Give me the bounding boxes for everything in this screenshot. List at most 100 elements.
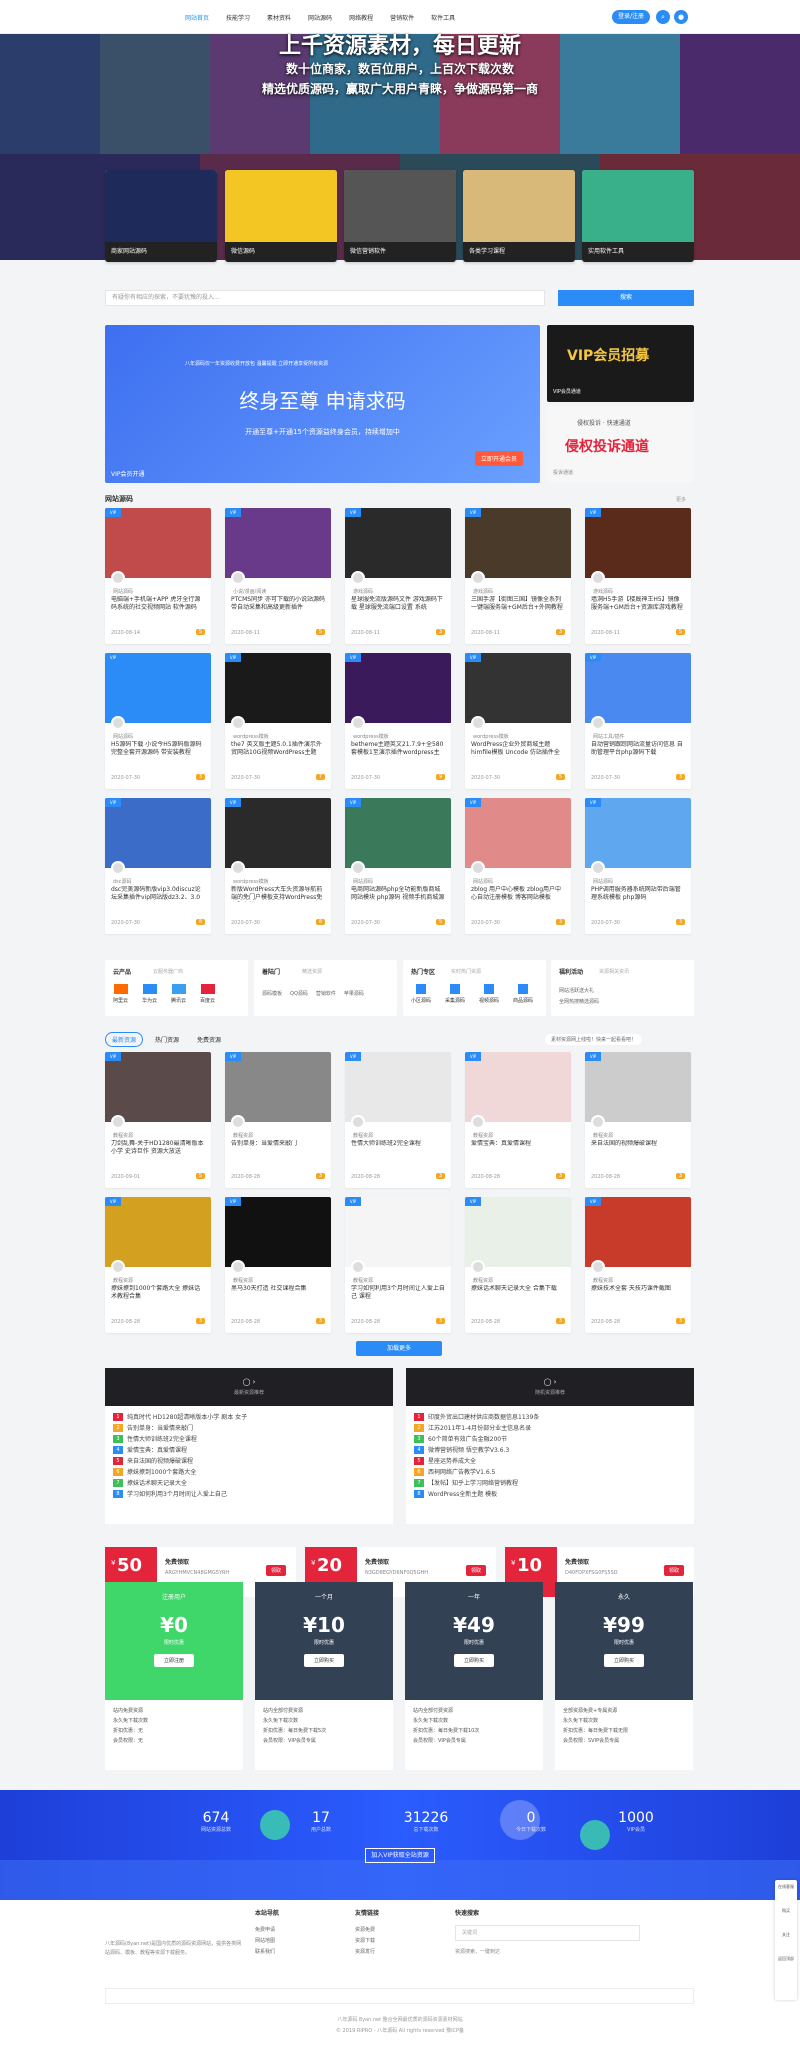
plan-button[interactable]: 立即购买 [453,1654,494,1667]
join-vip-button[interactable]: 加入VIP获取全站资源 [365,1848,435,1863]
list-item[interactable]: 2 告别单身：当爱情来敲门 [105,1423,393,1434]
nav-item[interactable]: 素材资料 [262,9,296,26]
user-icon[interactable]: ● [674,10,688,24]
list-item[interactable]: 4 爱情宝典：真爱情课程 [105,1445,393,1456]
list-item[interactable]: 2 江苏2011年1-4月份部分业主信息名录 [406,1423,694,1434]
complaint-card[interactable]: 侵权投诉 · 快速通道 侵权投诉通道 投诉通道 [547,406,694,483]
card-title[interactable]: 三国手游【街图三国】镜像全系列一键端服务端+GM后台+外网教程 [471,596,565,612]
list-item[interactable]: 8 学习如何利用3个月时间让人爱上自己 [105,1489,393,1500]
chat-icon[interactable]: 在线客服 [775,1880,797,1904]
follow-icon[interactable]: 关注 [775,1928,797,1952]
nav-item[interactable]: 网络教程 [344,9,378,26]
resource-card[interactable]: VIP wordpress模板 the7 英文版主题5.0.1插件演示外贸网站10G… [225,653,331,789]
card-title[interactable]: 告别单身：当爱情来敲门 [231,1140,325,1156]
card-title[interactable]: 黑马30天打造 社交课程合集 [231,1285,325,1301]
footer-search-input[interactable]: 关键词 [455,1925,640,1941]
resource-card[interactable]: VIP 教程资源 黑马30天打造 社交课程合集 2020-08-28 3 [225,1197,331,1333]
feature-card[interactable]: 实用软件工具 [582,170,694,262]
cart-icon[interactable]: 购买 [775,1904,797,1928]
resource-card[interactable]: VIP 教程资源 爱情宝典：真爱情课程 2020-08-28 3 [465,1052,571,1188]
nav-item[interactable]: 软件工具 [426,9,460,26]
resource-card[interactable]: VIP dsc源码 dsc完美源码新版vip3.0discuz论坛采集插件vip网站… [105,798,211,934]
resource-card[interactable]: VIP 教程资源 刀剑乱舞-关于HD1280最清晰版本小学 史诗巨作 资源大放送 20… [105,1052,211,1188]
card-title[interactable]: 电商网站源码php全功能新版商城网站模块 php源码 视频手机商城源码 [351,886,445,902]
resource-card[interactable]: VIP 教程资源 性情大师训练班2完全课程 2020-08-28 3 [345,1052,451,1188]
nav-item[interactable]: 网站首页 [180,9,214,26]
card-title[interactable]: 刀剑乱舞-关于HD1280最清晰版本小学 史诗巨作 资源大放送 [111,1140,205,1156]
nav-item[interactable]: 营销软件 [385,9,419,26]
card-title[interactable]: 撩妹技术全套 天技巧课件截图 [591,1285,685,1301]
card-title[interactable]: betheme主题英文21.7.9+全580套模板1至演示插件wordpress… [351,741,445,757]
resource-card[interactable]: VIP 游戏源码 星球服免流版源码文件 游戏源码下载 星球服免流端口设置 系统 202… [345,508,451,644]
resource-card[interactable]: VIP 教程资源 撩妹撩到1000个套路大全 撩妹话术教程合集 2020-08-28 3 [105,1197,211,1333]
list-item[interactable]: 1 纯真时代 HD1280超清晰版本小学 剧本 女子 [105,1412,393,1423]
resource-card[interactable]: VIP 教程资源 告别单身：当爱情来敲门 2020-08-28 3 [225,1052,331,1188]
card-title[interactable]: 新版WordPress大车头资源导航前端的免门户模板支持WordPress免主题… [231,886,325,902]
search-button[interactable]: 搜索 [558,290,694,306]
card-title[interactable]: dsc完美源码新版vip3.0discuz论坛采集插件vip网站版dz3.2、3… [111,886,205,902]
resource-card[interactable]: VIP 教程资源 来自法国的视频爆破课程 2020-08-28 3 [585,1052,691,1188]
resource-card[interactable]: VIP 网站工具/插件 自动营销跟踪网站流量访问信息 自助管理平台php源码下载 20… [585,653,691,789]
resource-card[interactable]: VIP wordpress模板 betheme主题英文21.7.9+全580套模板1… [345,653,451,789]
card-title[interactable]: H5源码下载 小说今H5源码版源码 完整全套开源源码 带安装教程 [111,741,205,757]
card-title[interactable]: the7 英文版主题5.0.1插件演示外贸网站10G视频WordPress主题 [231,741,325,757]
card-title[interactable]: zblog 用户中心模板 zblog用户中心自动注册模板 博客网站模板 [471,886,565,902]
resource-card[interactable]: VIP 网站源码 PHP调用服务器系统网站带后端管理系统模板 php源码 2020-0… [585,798,691,934]
resource-card[interactable]: VIP 游戏源码 三国手游【街图三国】镜像全系列一键端服务端+GM后台+外网教程 20… [465,508,571,644]
card-title[interactable]: 撩妹撩到1000个套路大全 撩妹话术教程合集 [111,1285,205,1301]
list-item[interactable]: 6 撩妹撩到1000个套路大全 [105,1467,393,1478]
search-icon[interactable]: ⌕ [656,10,670,24]
resource-card[interactable]: VIP wordpress模板 WordPress企业外贸商城主题 himfile模… [465,653,571,789]
card-title[interactable]: WordPress企业外贸商城主题 himfile模板 Uncode 仿站插件全… [471,741,565,757]
card-title[interactable]: 来自法国的视频爆破课程 [591,1140,685,1156]
list-item[interactable]: 3 性情大师训练班2完全课程 [105,1434,393,1445]
list-item[interactable]: 1 印度外贸出口建材供应商数据信息1139条 [406,1412,694,1423]
resource-card[interactable]: VIP 游戏源码 墙洞H5手游【楼厩神王H5】镜像服务端+GM后台+资源库游戏教程 2… [585,508,691,644]
list-item[interactable]: 8 WordPress全新主题 模板 [406,1489,694,1500]
feature-card[interactable]: 各类学习课程 [463,170,575,262]
card-title[interactable]: 自动营销跟踪网站流量访问信息 自助管理平台php源码下载 [591,741,685,757]
resource-card[interactable]: VIP wordpress模板 新版WordPress大车头资源导航前端的免门户模板… [225,798,331,934]
card-title[interactable]: PHP调用服务器系统网站带后端管理系统模板 php源码 [591,886,685,902]
list-item[interactable]: 3 60个简单有效广告金融200节 [406,1434,694,1445]
resource-card[interactable]: VIP 教程资源 撩妹话术聊天记录大全 合集下载 2020-08-28 3 [465,1197,571,1333]
card-title[interactable]: 撩妹话术聊天记录大全 合集下载 [471,1285,565,1301]
more-link[interactable]: 更多 [676,496,686,503]
card-title[interactable]: 性情大师训练班2完全课程 [351,1140,445,1156]
feature-card[interactable]: 微信源码 [225,170,337,262]
card-title[interactable]: 电脑端+手机端+APP 虎牙全行源码系统的社交视频网站 软件源码 [111,596,205,612]
feature-card[interactable]: 微信营销软件 [344,170,456,262]
vip-banner[interactable]: 八年源码仅一年资源收费开放包 温馨提醒 立即开通享受所有资源 终身至尊 申请求码… [105,325,540,483]
tab-free[interactable]: 免费资源 [191,1033,227,1046]
search-input[interactable]: 有疑你有相应的探索，不要犹豫的投入... [105,290,545,306]
resource-card[interactable]: VIP 小说/漫画/阅读 PTCMS同步 亦可下载的小说站源码带自动采集和高级更新插… [225,508,331,644]
resource-card[interactable]: VIP 教程资源 撩妹技术全套 天技巧课件截图 2020-08-28 3 [585,1197,691,1333]
card-title[interactable]: 爱情宝典：真爱情课程 [471,1140,565,1156]
load-more-button[interactable]: 加载更多 [356,1341,442,1356]
list-item[interactable]: 7 【发帖】知乎上学习网络营销教程 [406,1478,694,1489]
card-title[interactable]: 学习如何利用3个月时间让人爱上自己 课程 [351,1285,445,1301]
vip-recruit-card[interactable]: VIP会员招募 VIP会员通道 [547,325,694,402]
list-item[interactable]: 7 撩妹话术聊天记录大全 [105,1478,393,1489]
feature-card[interactable]: 商家网站源码 [105,170,217,262]
resource-card[interactable]: VIP 网站源码 电商网站源码php全功能新版商城网站模块 php源码 视频手机商城… [345,798,451,934]
resource-card[interactable]: VIP 网站源码 H5源码下载 小说今H5源码版源码 完整全套开源源码 带安装教程 2… [105,653,211,789]
nav-item[interactable]: 网站源码 [303,9,337,26]
card-title[interactable]: PTCMS同步 亦可下载的小说站源码带自动采集和高级更新插件 [231,596,325,612]
nav-item[interactable]: 技能学习 [221,9,255,26]
resource-card[interactable]: VIP 网站源码 电脑端+手机端+APP 虎牙全行源码系统的社交视频网站 软件源码 2… [105,508,211,644]
list-item[interactable]: 5 星座运势养成大全 [406,1456,694,1467]
plan-button[interactable]: 立即注册 [153,1654,194,1667]
tab-latest[interactable]: 最新资源 [105,1032,144,1047]
list-item[interactable]: 6 西祠网络广告教学V1.6.5 [406,1467,694,1478]
resource-card[interactable]: VIP 教程资源 学习如何利用3个月时间让人爱上自己 课程 2020-08-28 3 [345,1197,451,1333]
tab-hot[interactable]: 热门资源 [149,1033,185,1046]
resource-card[interactable]: VIP 网站源码 zblog 用户中心模板 zblog用户中心自动注册模板 博客网站… [465,798,571,934]
plan-button[interactable]: 立即购买 [603,1654,644,1667]
list-item[interactable]: 4 微博营销视频 悟空教学V3.6.3 [406,1445,694,1456]
card-title[interactable]: 墙洞H5手游【楼厩神王H5】镜像服务端+GM后台+资源库游戏教程 [591,596,685,612]
list-item[interactable]: 5 来自法国的视频爆破课程 [105,1456,393,1467]
plan-button[interactable]: 立即购买 [303,1654,344,1667]
back-to-top-icon[interactable]: 返回顶部 [775,1952,797,1976]
card-title[interactable]: 星球服免流版源码文件 游戏源码下载 星球服免流端口设置 系统 [351,596,445,612]
